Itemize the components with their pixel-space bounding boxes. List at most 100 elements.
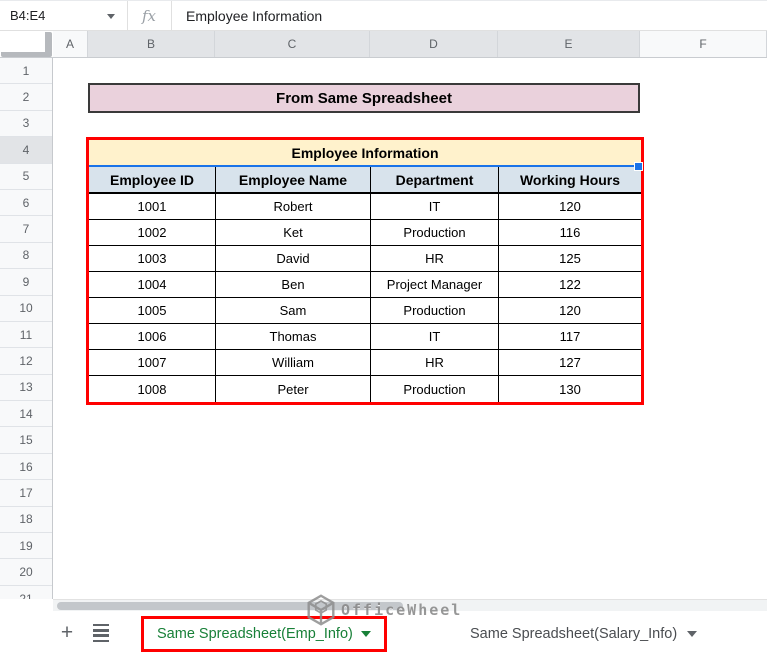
row-header-6[interactable]: 6	[0, 189, 52, 217]
cell[interactable]: HR	[371, 350, 499, 375]
cell[interactable]: 1005	[89, 298, 216, 323]
row-header-8[interactable]: 8	[0, 242, 52, 270]
sheet-tab-emp-info[interactable]: Same Spreadsheet(Emp_Info)	[141, 616, 387, 652]
cell[interactable]: 127	[499, 350, 641, 375]
cell[interactable]: 1003	[89, 246, 216, 271]
hamburger-bar	[93, 639, 109, 642]
cell[interactable]: Project Manager	[371, 272, 499, 297]
cell[interactable]: 120	[499, 194, 641, 219]
row-header-17[interactable]: 17	[0, 480, 52, 507]
cell[interactable]: 1007	[89, 350, 216, 375]
table-row: 1007 William HR 127	[89, 350, 641, 376]
cell[interactable]: 1004	[89, 272, 216, 297]
cell[interactable]: David	[216, 246, 371, 271]
hamburger-bar	[93, 634, 109, 637]
table-body: 1001 Robert IT 120 1002 Ket Production 116 1003 D…	[89, 194, 641, 402]
row-header-16[interactable]: 16	[0, 453, 52, 481]
table-row: 1004 Ben Project Manager 122	[89, 272, 641, 298]
row-header-21[interactable]: 21	[0, 585, 52, 599]
cell[interactable]: Ben	[216, 272, 371, 297]
horizontal-scrollbar[interactable]	[53, 599, 767, 611]
column-header-row: ABCDEF	[0, 31, 767, 58]
cell[interactable]: 1006	[89, 324, 216, 349]
row-header-18[interactable]: 18	[0, 506, 52, 534]
cell[interactable]: 130	[499, 376, 641, 402]
sheet-tab-label: Same Spreadsheet(Salary_Info)	[470, 626, 678, 642]
cell[interactable]: 125	[499, 246, 641, 271]
row-header-1[interactable]: 1	[0, 58, 52, 85]
row-header-20[interactable]: 20	[0, 559, 52, 586]
column-header-C[interactable]: C	[215, 31, 370, 57]
column-header-E[interactable]: E	[498, 31, 640, 57]
row-header-12[interactable]: 12	[0, 348, 52, 375]
table-row: 1001 Robert IT 120	[89, 194, 641, 220]
column-headers: ABCDEF	[53, 31, 767, 57]
table-header-cell[interactable]: Employee Name	[216, 167, 371, 192]
cell[interactable]: Peter	[216, 376, 371, 402]
column-header-D[interactable]: D	[370, 31, 498, 57]
column-header-B[interactable]: B	[88, 31, 215, 57]
horizontal-scrollbar-thumb[interactable]	[57, 602, 403, 610]
row-header-13[interactable]: 13	[0, 374, 52, 402]
sheet-tab-bar: + Same Spreadsheet(Emp_Info) Same Spread…	[0, 611, 767, 655]
table-header-cell[interactable]: Employee ID	[89, 167, 216, 192]
cell[interactable]: HR	[371, 246, 499, 271]
table-header-cell[interactable]: Working Hours	[499, 167, 641, 192]
formula-bar: B4:E4 fx Employee Information	[0, 0, 767, 31]
cells-area[interactable]: From Same Spreadsheet Employee Informati…	[53, 58, 767, 599]
table-row: 1006 Thomas IT 117	[89, 324, 641, 350]
row-headers: 1 2 3 4 5 6 7 8 9 10 11 12 13 14 15 16 17 18 19 20 21	[0, 58, 53, 599]
name-box-dropdown-icon[interactable]	[107, 14, 115, 19]
row-header-19[interactable]: 19	[0, 533, 52, 560]
row-header-10[interactable]: 10	[0, 295, 52, 322]
column-header-F[interactable]: F	[640, 31, 767, 57]
employee-table: Employee Information Employee ID Employee…	[86, 137, 644, 405]
table-title-cell[interactable]: Employee Information	[89, 140, 641, 167]
fx-icon: fx	[142, 6, 157, 25]
cell[interactable]: 122	[499, 272, 641, 297]
column-header-A[interactable]: A	[53, 31, 88, 57]
all-sheets-menu-icon[interactable]	[90, 624, 112, 642]
cell[interactable]: 117	[499, 324, 641, 349]
cell[interactable]: Thomas	[216, 324, 371, 349]
cell[interactable]: Ket	[216, 220, 371, 245]
cell[interactable]: William	[216, 350, 371, 375]
table-header-cell[interactable]: Department	[371, 167, 499, 192]
row-header-4[interactable]: 4	[0, 137, 52, 164]
cell[interactable]: IT	[371, 194, 499, 219]
row-header-15[interactable]: 15	[0, 427, 52, 454]
cell[interactable]: 120	[499, 298, 641, 323]
sheet-tab-salary-info[interactable]: Same Spreadsheet(Salary_Info)	[456, 619, 711, 649]
formula-input[interactable]: Employee Information	[172, 8, 767, 24]
cell[interactable]: 1001	[89, 194, 216, 219]
row-header-14[interactable]: 14	[0, 401, 52, 428]
row-header-7[interactable]: 7	[0, 216, 52, 243]
name-box-value: B4:E4	[10, 8, 46, 23]
row-header-2[interactable]: 2	[0, 84, 52, 111]
cell[interactable]: 1008	[89, 376, 216, 402]
banner-cell[interactable]: From Same Spreadsheet	[88, 83, 640, 113]
sheet-tab-dropdown-icon[interactable]	[360, 631, 371, 637]
hamburger-bar	[93, 629, 109, 632]
row-header-5[interactable]: 5	[0, 163, 52, 190]
cell[interactable]: Sam	[216, 298, 371, 323]
cell[interactable]: 1002	[89, 220, 216, 245]
cell[interactable]: Production	[371, 298, 499, 323]
spreadsheet-grid: 1 2 3 4 5 6 7 8 9 10 11 12 13 14 15 16 17 18 19 20 21 From S…	[0, 58, 767, 599]
row-header-11[interactable]: 11	[0, 321, 52, 349]
select-all-corner[interactable]	[0, 31, 53, 57]
cell[interactable]: IT	[371, 324, 499, 349]
cell[interactable]: Production	[371, 220, 499, 245]
hamburger-bar	[93, 624, 109, 627]
selection-fill-handle[interactable]	[634, 162, 643, 171]
sheet-tab-dropdown-icon[interactable]	[687, 631, 698, 637]
table-row: 1002 Ket Production 116	[89, 220, 641, 246]
row-header-9[interactable]: 9	[0, 269, 52, 296]
cell[interactable]: Robert	[216, 194, 371, 219]
cell[interactable]: Production	[371, 376, 499, 402]
name-box[interactable]: B4:E4	[0, 1, 127, 30]
add-sheet-button[interactable]: +	[54, 620, 80, 646]
table-row: 1008 Peter Production 130	[89, 376, 641, 402]
cell[interactable]: 116	[499, 220, 641, 245]
row-header-3[interactable]: 3	[0, 110, 52, 138]
